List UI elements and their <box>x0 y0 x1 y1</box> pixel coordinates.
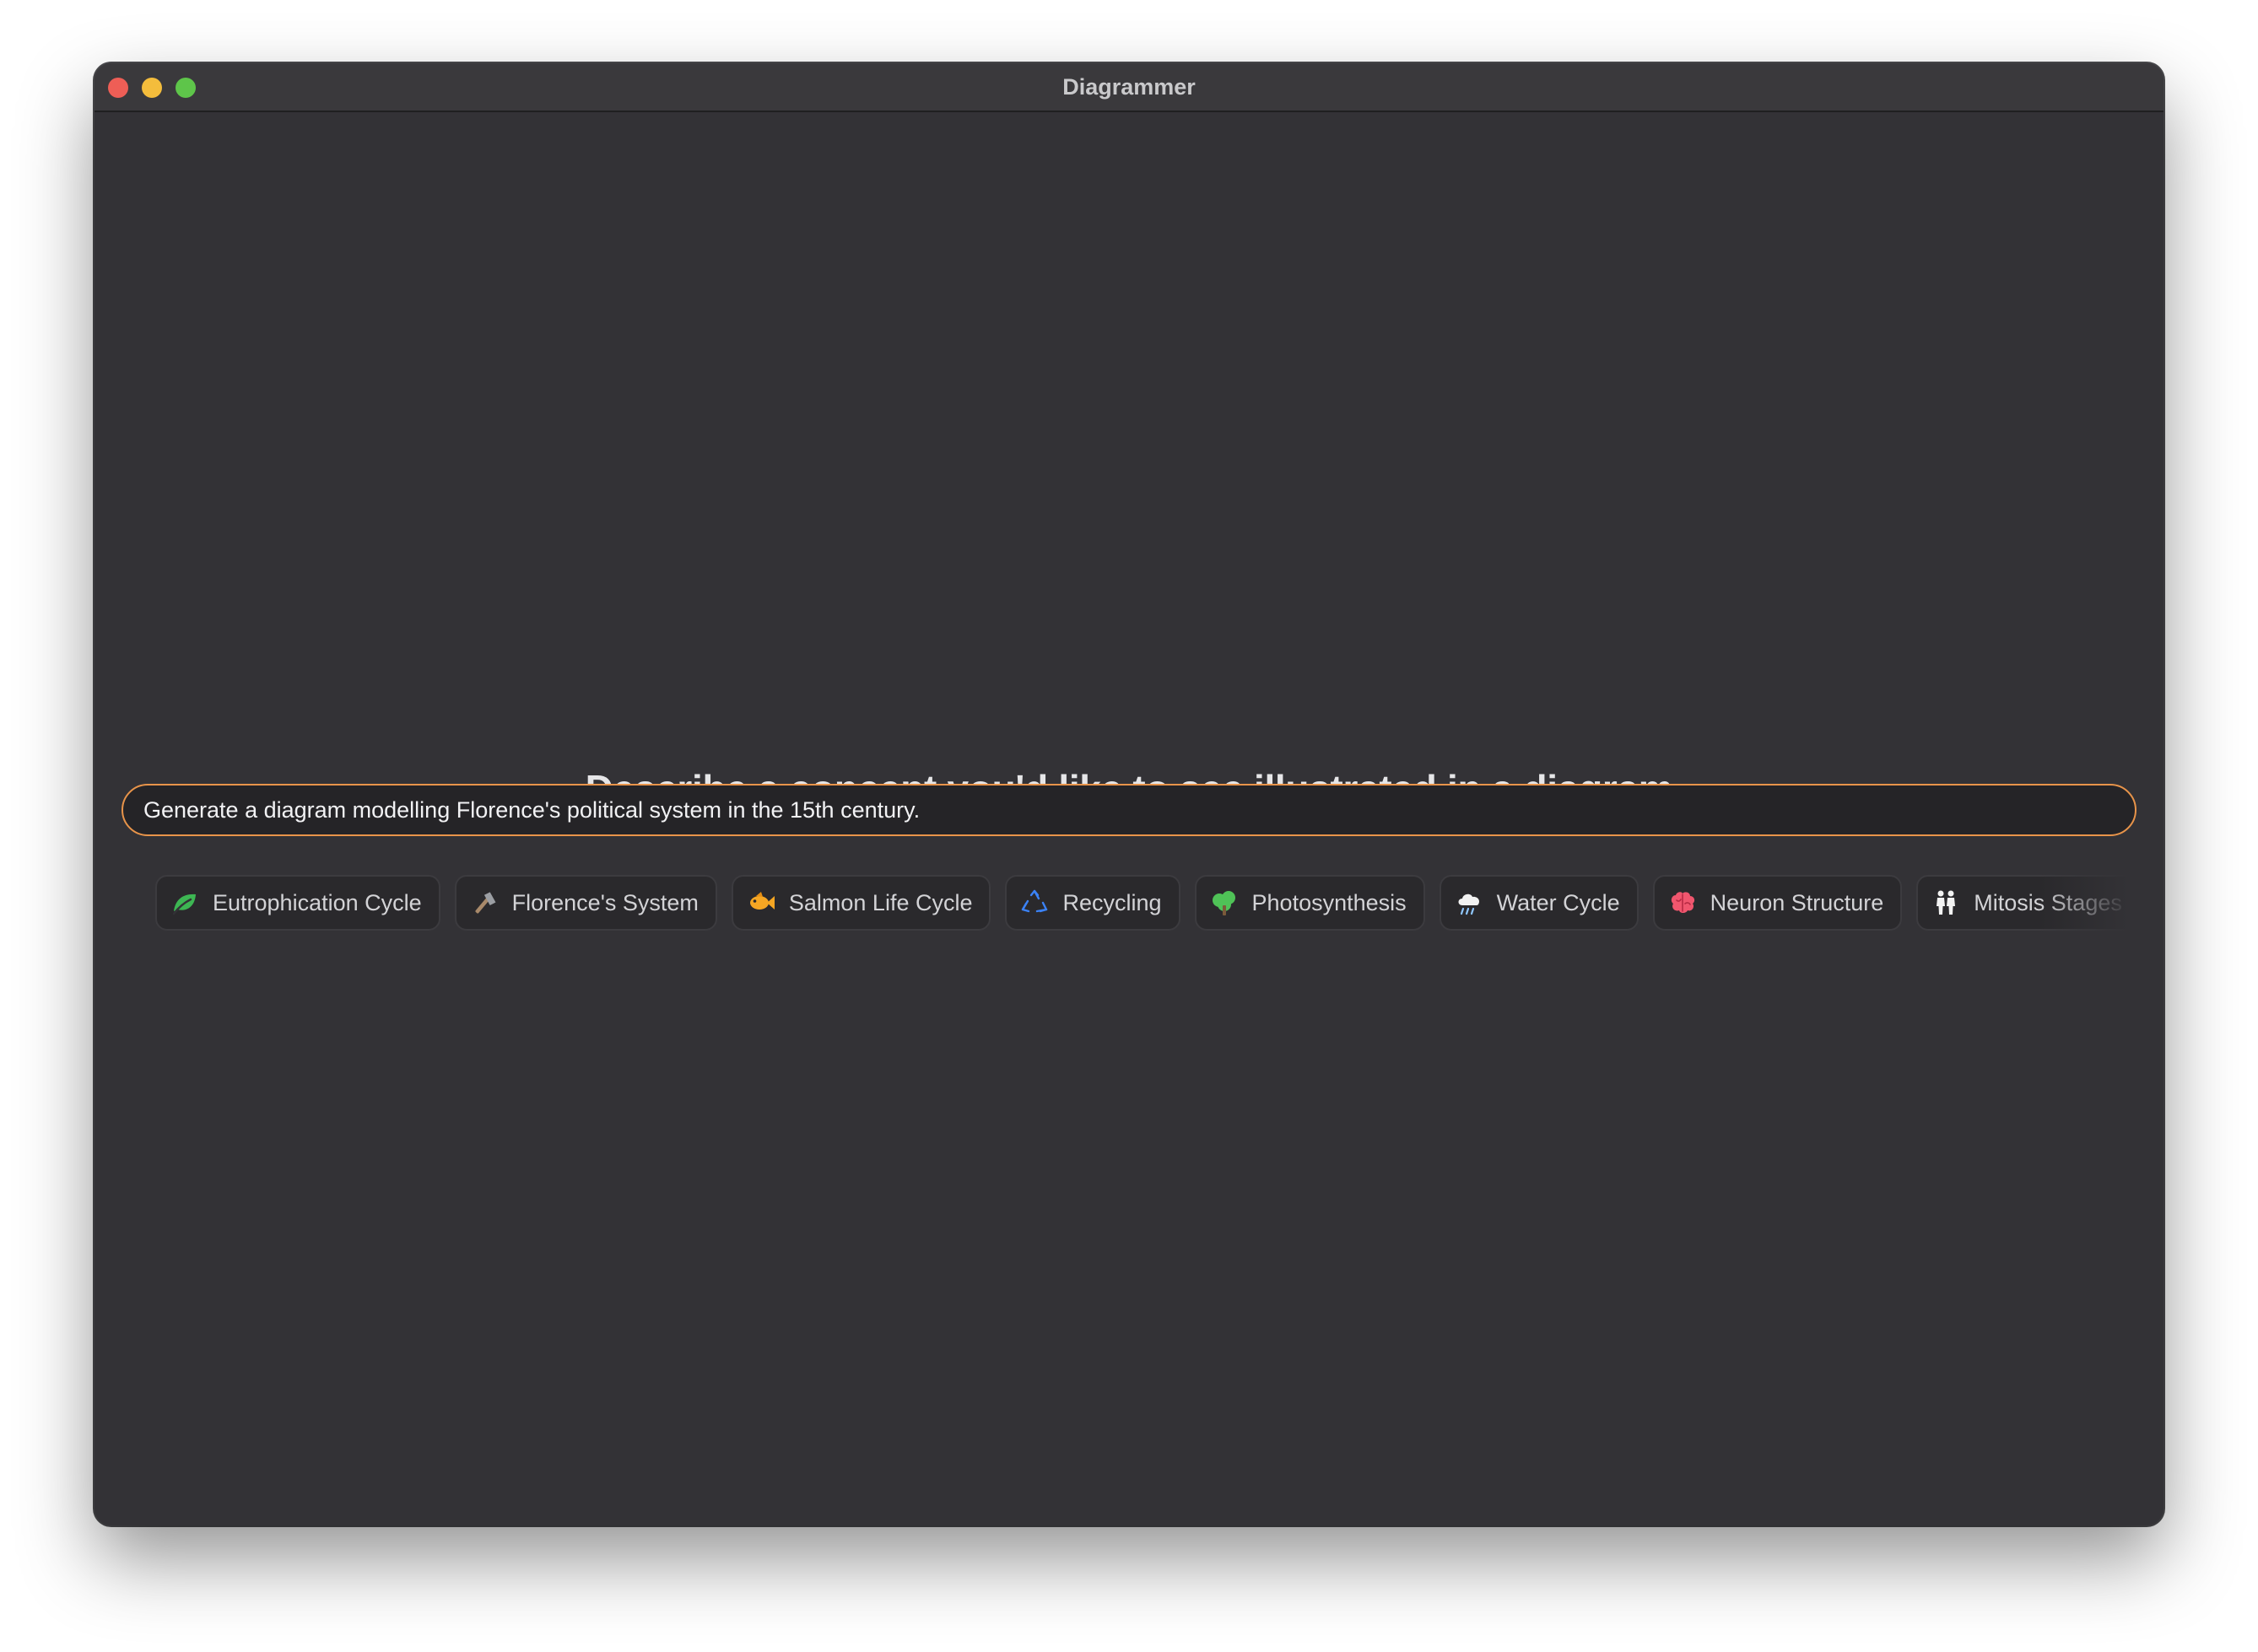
suggestion-label: Water Cycle <box>1496 889 1620 915</box>
hammer-icon <box>470 888 499 917</box>
suggestion-label: Florence's System <box>511 889 699 915</box>
suggestion-label: Neuron Structure <box>1710 889 1884 915</box>
title-bar[interactable]: Diagrammer <box>95 63 2163 112</box>
tree-icon <box>1210 888 1239 917</box>
window-title: Diagrammer <box>1062 74 1196 100</box>
brain-icon <box>1668 888 1697 917</box>
suggestion-photosynthesis[interactable]: Photosynthesis <box>1194 875 1425 931</box>
suggestion-neuron-structure[interactable]: Neuron Structure <box>1652 875 1903 931</box>
suggestion-recycling[interactable]: Recycling <box>1005 875 1180 931</box>
recycle-icon <box>1020 888 1049 917</box>
suggestion-florences-system[interactable]: Florence's System <box>454 875 717 931</box>
suggestion-label: Photosynthesis <box>1251 889 1407 915</box>
suggestion-label: Eutrophication Cycle <box>213 889 422 915</box>
suggestion-strip[interactable]: Eutrophication Cycle Florence's System S… <box>155 872 2140 934</box>
suggestion-salmon-life-cycle[interactable]: Salmon Life Cycle <box>731 875 991 931</box>
suggestion-water-cycle[interactable]: Water Cycle <box>1439 875 1639 931</box>
suggestion-eutrophication-cycle[interactable]: Eutrophication Cycle <box>155 875 440 931</box>
suggestion-mitosis-stages[interactable]: Mitosis Stages <box>1916 875 2140 931</box>
prompt-field[interactable] <box>122 784 2136 836</box>
fish-icon <box>747 888 775 917</box>
leaf-icon <box>170 888 199 917</box>
suggestion-label: Salmon Life Cycle <box>788 889 973 915</box>
cloud-rain-icon <box>1455 888 1483 917</box>
suggestion-label: Mitosis Stages <box>1974 889 2122 915</box>
suggestion-list: Eutrophication Cycle Florence's System S… <box>155 875 2140 931</box>
suggestion-label: Recycling <box>1062 889 1162 915</box>
app-window: Diagrammer Describe a concept you'd like… <box>95 63 2163 1525</box>
people-icon <box>1931 888 1960 917</box>
prompt-input[interactable] <box>123 786 2135 834</box>
